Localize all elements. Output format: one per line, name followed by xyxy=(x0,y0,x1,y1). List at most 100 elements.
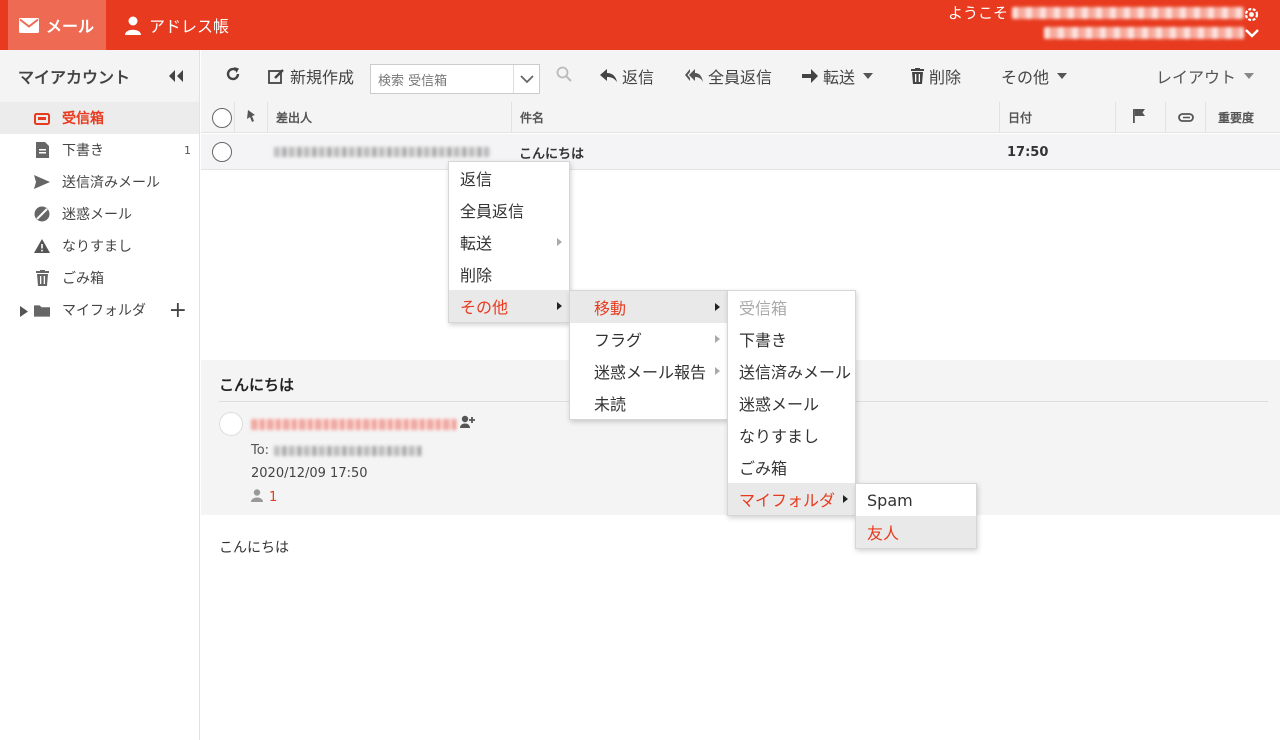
sidebar-item-spoofing[interactable]: なりすまし xyxy=(0,230,199,262)
other-submenu: 移動 フラグ 迷惑メール報告 未読 xyxy=(569,290,728,420)
message-list-header: 差出人 件名 日付 重要度 xyxy=(201,102,1280,133)
move-target-spoofing[interactable]: なりすまし xyxy=(728,419,855,451)
sidebar-item-label: 送信済みメール xyxy=(62,175,160,191)
submenu-arrow-icon xyxy=(715,303,720,311)
submenu-arrow-icon xyxy=(715,367,720,375)
move-target-folder-friends[interactable]: 友人 xyxy=(856,516,976,548)
pin-icon xyxy=(245,110,256,125)
column-header-from-label: 差出人 xyxy=(276,111,313,125)
sidebar-item-drafts[interactable]: 下書き 1 xyxy=(0,134,199,166)
sidebar-header: マイアカウント xyxy=(0,50,199,102)
reply-all-button[interactable]: 全員返信 xyxy=(685,50,772,102)
submenu-arrow-icon xyxy=(843,495,848,503)
add-folder-button[interactable]: + xyxy=(169,298,187,323)
address-book-tab[interactable]: アドレス帳 xyxy=(124,0,229,50)
person-icon xyxy=(124,16,142,35)
search-scope-dropdown[interactable] xyxy=(513,65,539,93)
search-button[interactable] xyxy=(556,50,572,102)
search-input[interactable]: 検索 受信箱 xyxy=(370,64,540,94)
draft-icon xyxy=(34,142,50,158)
move-target-drafts[interactable]: 下書き xyxy=(728,323,855,355)
column-header-priority-label: 重要度 xyxy=(1218,111,1255,125)
preview-subject: こんにちは xyxy=(219,376,295,394)
move-target-sent[interactable]: 送信済みメール xyxy=(728,355,855,387)
select-all-checkbox[interactable] xyxy=(201,102,234,133)
column-header-date[interactable]: 日付 xyxy=(999,102,1115,133)
gear-icon[interactable] xyxy=(1243,6,1260,27)
recipient-count-link[interactable]: 1 xyxy=(251,489,277,506)
menu-item-move[interactable]: 移動 xyxy=(570,291,727,323)
reply-label: 返信 xyxy=(622,68,655,87)
move-target-spam[interactable]: 迷惑メール xyxy=(728,387,855,419)
move-target-trash[interactable]: ごみ箱 xyxy=(728,451,855,483)
caret-down-icon xyxy=(1244,73,1255,79)
compose-button[interactable]: 新規作成 xyxy=(268,50,354,102)
sidebar: マイアカウント 受信箱 下書き 1 送信済みメール 迷惑メール なりすまし ごみ… xyxy=(0,50,200,740)
add-contact-icon[interactable] xyxy=(460,415,475,433)
table-row[interactable]: こんにちは 17:50 xyxy=(201,134,1280,170)
delete-button[interactable]: 削除 xyxy=(911,50,961,102)
sidebar-item-inbox[interactable]: 受信箱 xyxy=(0,102,199,134)
column-header-date-label: 日付 xyxy=(1008,111,1033,125)
sidebar-item-label: なりすまし xyxy=(62,239,132,255)
expand-folder-icon[interactable] xyxy=(20,305,28,321)
compose-label: 新規作成 xyxy=(290,68,355,87)
menu-item-other[interactable]: その他 xyxy=(449,290,569,322)
move-target-my-folder[interactable]: マイフォルダ xyxy=(728,483,855,515)
sent-icon xyxy=(34,174,50,190)
menu-item-reply[interactable]: 返信 xyxy=(449,162,569,194)
menu-item-flag[interactable]: フラグ xyxy=(570,323,727,355)
refresh-button[interactable] xyxy=(225,50,241,102)
collapse-sidebar-icon[interactable] xyxy=(167,68,185,87)
column-header-priority[interactable]: 重要度 xyxy=(1205,102,1280,133)
menu-item-report-spam-label: 迷惑メール報告 xyxy=(594,363,707,382)
draft-count-badge: 1 xyxy=(184,143,191,157)
redacted-from-address[interactable] xyxy=(251,418,457,430)
preview-to: To: xyxy=(251,443,423,458)
thread-column-header[interactable] xyxy=(234,102,267,133)
preview-date: 2020/12/09 17:50 xyxy=(251,466,368,481)
move-target-folder-spam[interactable]: Spam xyxy=(856,484,976,516)
caret-down-icon xyxy=(863,73,874,79)
person-icon xyxy=(251,489,263,506)
column-header-flag[interactable] xyxy=(1115,102,1165,133)
chevron-down-icon[interactable] xyxy=(1244,27,1260,43)
submenu-arrow-icon xyxy=(557,302,562,310)
select-all-circle xyxy=(212,107,232,128)
menu-item-forward-label: 転送 xyxy=(460,234,493,253)
row-checkbox[interactable] xyxy=(212,134,232,170)
compose-icon xyxy=(268,68,285,85)
mail-tab[interactable]: メール xyxy=(8,0,106,50)
column-header-subject[interactable]: 件名 xyxy=(511,102,999,133)
column-header-attachment[interactable] xyxy=(1165,102,1205,133)
more-button[interactable]: その他 xyxy=(1001,50,1068,102)
sidebar-item-label: 下書き xyxy=(62,143,104,159)
sidebar-item-label: マイフォルダ xyxy=(62,303,146,319)
menu-item-report-spam[interactable]: 迷惑メール報告 xyxy=(570,355,727,387)
message-body: こんにちは xyxy=(201,515,1280,740)
forward-arrow-icon xyxy=(802,69,818,83)
sidebar-item-my-folder[interactable]: マイフォルダ + xyxy=(0,294,199,326)
redacted-username xyxy=(1012,7,1244,19)
warning-icon xyxy=(34,238,50,254)
layout-button[interactable]: レイアウト xyxy=(1156,50,1255,102)
column-header-from[interactable]: 差出人 xyxy=(267,102,511,133)
reply-button[interactable]: 返信 xyxy=(600,50,654,102)
forward-button[interactable]: 転送 xyxy=(802,50,874,102)
trash-icon xyxy=(34,270,50,286)
sidebar-item-spam[interactable]: 迷惑メール xyxy=(0,198,199,230)
sidebar-item-trash[interactable]: ごみ箱 xyxy=(0,262,199,294)
sidebar-item-label: 受信箱 xyxy=(62,111,104,127)
sidebar-item-sent[interactable]: 送信済みメール xyxy=(0,166,199,198)
forward-label: 転送 xyxy=(823,68,856,87)
menu-item-mark-unread[interactable]: 未読 xyxy=(570,387,727,419)
recipient-count: 1 xyxy=(269,490,278,505)
menu-item-reply-all[interactable]: 全員返信 xyxy=(449,194,569,226)
menu-item-delete[interactable]: 削除 xyxy=(449,258,569,290)
caret-down-icon xyxy=(1057,73,1068,79)
menu-item-forward[interactable]: 転送 xyxy=(449,226,569,258)
flag-icon xyxy=(1133,109,1145,126)
submenu-arrow-icon xyxy=(557,238,562,246)
column-header-subject-label: 件名 xyxy=(520,111,545,125)
move-submenu: 受信箱 下書き 送信済みメール 迷惑メール なりすまし ごみ箱 マイフォルダ xyxy=(727,290,856,516)
